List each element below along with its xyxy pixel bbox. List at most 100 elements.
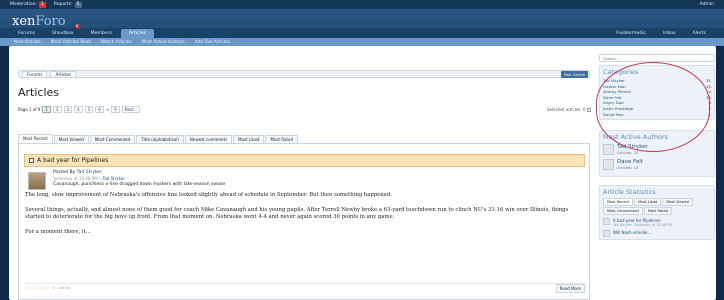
stat-tab-most-viewed[interactable]: Most Viewed — [662, 198, 694, 207]
page-jump-icon[interactable]: → — [106, 107, 109, 112]
post-article-button[interactable]: Post Article — [561, 71, 588, 78]
article-list: A bad year for Pipelines Posted By Tad S… — [18, 144, 590, 300]
avatar[interactable] — [603, 159, 614, 171]
tab-most-liked[interactable]: Most Liked — [233, 135, 265, 143]
avatar[interactable] — [28, 172, 46, 190]
article-checkbox[interactable] — [29, 158, 34, 163]
rating-stars[interactable]: ☆☆☆☆☆ 0 votes — [25, 285, 70, 291]
article-paragraph: The long, slow improvement of Nebraska's… — [25, 192, 393, 198]
tab-most-rated[interactable]: Most Rated — [265, 135, 298, 143]
author-article-count: Articles: 31 — [617, 150, 639, 156]
avatar[interactable] — [603, 144, 614, 156]
tab-most-commented[interactable]: Most Commented — [89, 135, 136, 143]
selected-articles: Selected articles: 0 — [547, 107, 591, 112]
vote-count: 0 votes — [52, 285, 71, 290]
logo-text-main: xen — [12, 14, 36, 29]
meta-separator: • — [98, 176, 102, 181]
inbox-link[interactable]: Inbox — [655, 29, 684, 38]
page-link[interactable]: 5 — [84, 106, 94, 113]
tab-title-alphabetical[interactable]: Title (alphabetical) — [136, 135, 184, 143]
nav-tab-members[interactable]: Members — [83, 29, 120, 38]
nav-tab-articles[interactable]: Articles — [120, 29, 155, 38]
active-authors-title: Most Active Authors — [603, 133, 669, 142]
article-header: A bad year for Pipelines — [24, 154, 585, 167]
reports-label: Reports: — [53, 1, 73, 7]
statistics-tabs: Most Recent Most Liked Most Viewed Most … — [603, 198, 711, 216]
avatar[interactable] — [603, 218, 610, 226]
page-link[interactable]: 6 — [95, 106, 104, 113]
sidebar: Categories Tad Stryker31 Husker Dan15 Je… — [599, 54, 715, 241]
stat-tab-most-recent[interactable]: Most Recent — [603, 198, 634, 207]
page-link[interactable]: 9 — [111, 106, 120, 113]
subnav-new-articles[interactable]: New Articles — [14, 40, 41, 45]
moderation-link[interactable]: Moderation: 1 — [10, 1, 46, 8]
subnav-most-active-authors[interactable]: Most Active Authors — [142, 40, 185, 45]
tab-most-viewed[interactable]: Most Viewed — [53, 135, 89, 143]
post-date: Yesterday at 10:48 PM — [53, 176, 98, 181]
author-item[interactable]: Dave Felt Articles: 18 — [603, 159, 711, 171]
subnav-mark-read[interactable]: Mark Articles Read — [51, 40, 91, 45]
page-link[interactable]: 2 — [53, 106, 62, 113]
selected-articles-label: Selected articles: 0 — [547, 107, 586, 112]
tag-link[interactable]: Tad Stryker — [103, 176, 125, 181]
moderation-count-badge: 1 — [39, 1, 46, 8]
pagination: Page 1 of 9 1 2 3 4 5 6 → 9 Next › — [18, 106, 140, 113]
page-link[interactable]: 1 — [42, 106, 51, 113]
star-icons[interactable]: ☆☆☆☆☆ — [25, 285, 50, 291]
logo-text-accent: Foro — [35, 14, 66, 29]
categories-block: Categories Tad Stryker 31 Husker Dan 15 Je… — [599, 65, 715, 121]
tab-most-recent[interactable]: Most Recent — [18, 134, 53, 143]
article-lead: Cavanaugh, punchless o-line dragged down… — [53, 182, 226, 187]
site-header: xenForo Forums Shoutbox 6 Members Article… — [0, 9, 724, 38]
page-link[interactable]: 4 — [74, 106, 83, 113]
category-name[interactable]: David Max — [603, 112, 624, 118]
categories-title: Categories — [603, 68, 639, 76]
tab-newest-comments[interactable]: Newest comments — [184, 135, 233, 143]
subnav-watch[interactable]: Watch Articles — [101, 40, 132, 45]
subnav-add-articles[interactable]: Add Two Articles — [195, 40, 230, 45]
sub-nav: New Articles Mark Articles Read Watch Ar… — [0, 38, 724, 46]
active-authors-block: Most Active Authors Tad Stryker Articles:… — [599, 130, 715, 178]
account-link[interactable]: Huskermedic — [608, 29, 654, 38]
content-page: Forums Articles ↗ Post Article Articles … — [9, 46, 716, 300]
stat-tab-most-commented[interactable]: Most Commented — [603, 207, 643, 216]
alerts-link[interactable]: Alerts — [685, 29, 714, 38]
posted-by-label: Posted By — [53, 170, 76, 175]
stat-item[interactable]: A bad year for Pipelines Tad Stryker, Yes… — [603, 218, 711, 227]
next-page-link[interactable]: Next › — [121, 106, 140, 113]
page-link[interactable]: 3 — [63, 106, 73, 113]
nav-tab-shoutbox-label: Shoutbox — [51, 31, 74, 36]
page-title: Articles — [18, 86, 60, 99]
article-paragraph: Several things, actually, and almost non… — [25, 206, 569, 221]
category-item[interactable]: David Max 1 — [603, 112, 711, 118]
select-all-checkbox[interactable] — [586, 108, 591, 112]
article-statistics-block: Article Statistics Most Recent Most Like… — [599, 185, 715, 241]
breadcrumb-forums[interactable]: Forums — [22, 70, 48, 78]
stat-meta: Tad Stryker, Yesterday at 10:48 PM — [613, 223, 673, 228]
article-statistics-title: Article Statistics — [603, 188, 656, 197]
pager-label: Page 1 of 9 — [18, 107, 41, 112]
stat-tab-most-liked[interactable]: Most Liked — [634, 198, 662, 207]
breadcrumb: Forums Articles ↗ — [18, 70, 590, 78]
article-meta: Posted By Tad Stryker Yesterday at 10:48… — [53, 170, 225, 188]
stat-item[interactable]: Will Nash-ville Be... — [603, 230, 711, 238]
site-logo[interactable]: xenForo — [12, 14, 66, 29]
author-link[interactable]: Tad Stryker — [77, 170, 102, 175]
reports-link[interactable]: Reports: 5 — [53, 1, 82, 8]
nav-tab-forums[interactable]: Forums — [10, 29, 43, 38]
main-nav: Forums Shoutbox 6 Members Articles Husker… — [0, 24, 724, 38]
stat-title[interactable]: Will Nash-ville Be... — [613, 230, 651, 235]
stat-tab-most-rated[interactable]: Most Rated — [643, 207, 673, 216]
article-title[interactable]: A bad year for Pipelines — [37, 157, 108, 164]
breadcrumb-articles[interactable]: Articles — [50, 70, 77, 78]
read-more-button[interactable]: Read More — [555, 283, 585, 293]
author-item[interactable]: Tad Stryker Articles: 31 — [603, 144, 711, 156]
article-paragraph: For a moment there, it... — [25, 228, 91, 235]
article-footer: ☆☆☆☆☆ 0 votes Read More — [25, 283, 585, 293]
author-article-count: Articles: 18 — [617, 165, 639, 171]
search-input[interactable] — [599, 54, 715, 62]
nav-tab-shoutbox[interactable]: Shoutbox 6 — [44, 24, 82, 38]
admin-link[interactable]: Admin — [700, 2, 714, 7]
article-body: The long, slow improvement of Nebraska's… — [25, 192, 577, 243]
avatar[interactable] — [603, 230, 610, 238]
